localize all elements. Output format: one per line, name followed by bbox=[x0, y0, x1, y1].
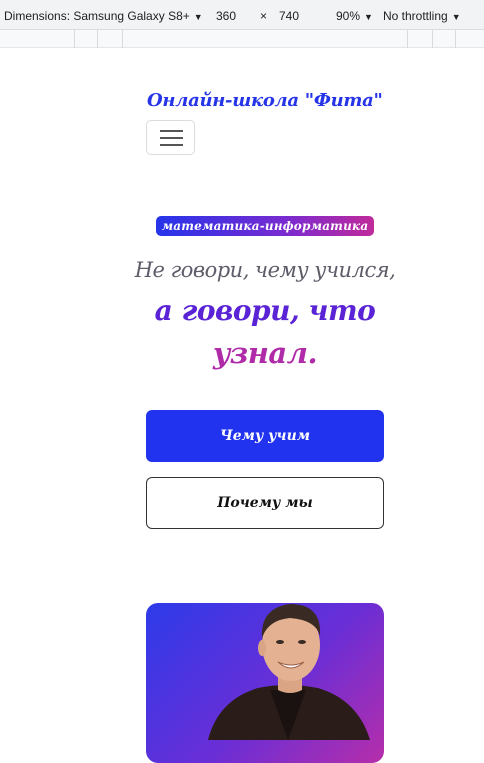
what-we-teach-button[interactable]: Чему учим bbox=[146, 410, 384, 462]
ruler-tick bbox=[455, 30, 456, 48]
hero-person-photo bbox=[208, 604, 370, 740]
viewport-height-input[interactable]: 740 bbox=[279, 0, 299, 30]
devtools-device-toolbar: Dimensions: Samsung Galaxy S8+ ▼ 360 × 74… bbox=[0, 0, 484, 30]
media-query-ruler[interactable] bbox=[0, 30, 484, 48]
quote-line-2: а говори, что bbox=[154, 294, 376, 327]
ruler-tick bbox=[407, 30, 408, 48]
brand-logo-link[interactable]: Онлайн-школа "Фита" bbox=[147, 90, 383, 111]
device-dimensions-label: Dimensions: Samsung Galaxy S8+ bbox=[4, 9, 190, 23]
dimension-times-sign: × bbox=[260, 9, 268, 23]
ruler-tick bbox=[122, 30, 123, 48]
quote-line-1: Не говори, чему учился, bbox=[134, 258, 396, 282]
throttling-select[interactable]: No throttling ▼ bbox=[383, 0, 461, 30]
chevron-down-icon: ▼ bbox=[451, 12, 461, 22]
menu-toggle-button[interactable] bbox=[146, 120, 195, 155]
hamburger-icon-line bbox=[160, 144, 183, 146]
quote-line-3: узнал. bbox=[212, 336, 318, 370]
ruler-tick bbox=[432, 30, 433, 48]
chevron-down-icon: ▼ bbox=[193, 12, 203, 22]
throttling-value: No throttling bbox=[383, 9, 448, 23]
ruler-tick bbox=[74, 30, 75, 48]
viewport-width-input[interactable]: 360 bbox=[216, 0, 236, 30]
subjects-badge: математика-информатика bbox=[156, 216, 374, 236]
ruler-tick bbox=[97, 30, 98, 48]
zoom-value: 90% bbox=[336, 9, 361, 23]
why-us-button[interactable]: Почему мы bbox=[146, 477, 384, 529]
device-dimensions-select[interactable]: Dimensions: Samsung Galaxy S8+ ▼ bbox=[4, 0, 203, 30]
chevron-down-icon: ▼ bbox=[364, 12, 373, 22]
zoom-select[interactable]: 90% ▼ bbox=[336, 0, 373, 30]
hamburger-icon bbox=[160, 130, 183, 132]
hamburger-icon-line bbox=[160, 137, 183, 139]
